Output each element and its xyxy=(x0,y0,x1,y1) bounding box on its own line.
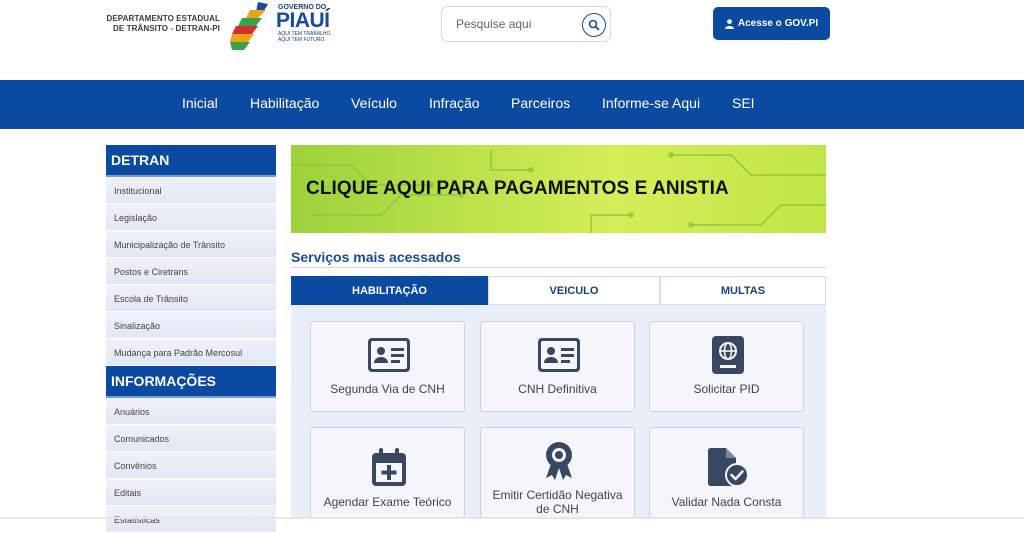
nav-item-habilitacao[interactable]: Habilitação xyxy=(250,95,319,111)
sidebar-item-postos[interactable]: Postos e Ciretrans xyxy=(106,258,276,285)
service-card-solicitar-pid[interactable]: Solicitar PID xyxy=(649,321,804,412)
gov-slogan: AQUI TEM TRABALHO. AQUI TEM FUTURO. xyxy=(278,31,332,43)
passport-icon xyxy=(707,336,749,374)
service-card-agendar-exame[interactable]: Agendar Exame Teórico xyxy=(310,427,465,518)
search-box xyxy=(441,6,611,42)
calendar-plus-icon xyxy=(368,448,410,486)
service-card-label: CNH Definitiva xyxy=(518,382,597,396)
gov-pi-login-label: Acesse o GOV.PI xyxy=(737,18,819,29)
dept-line-1: DEPARTAMENTO ESTADUAL xyxy=(106,14,220,23)
sidebar-item-escola[interactable]: Escola de Trânsito xyxy=(106,285,276,312)
tab-habilitacao[interactable]: HABILITAÇÃO xyxy=(291,276,488,305)
tab-multas[interactable]: MULTAS xyxy=(660,276,826,305)
gov-big-text: PIAUÍ xyxy=(276,9,330,32)
award-icon xyxy=(538,442,580,480)
services-title: Serviços mais acessados xyxy=(291,249,461,265)
nav-item-parceiros[interactable]: Parceiros xyxy=(511,95,570,111)
sidebar-item-estatisticas[interactable]: Estatísticas xyxy=(106,506,276,533)
dept-line-2: DE TRÂNSITO - DETRAN-PI xyxy=(112,24,220,33)
sidebar-item-municipalizacao[interactable]: Municipalização de Trânsito xyxy=(106,231,276,258)
service-card-label: Segunda Via de CNH xyxy=(330,382,445,396)
sidebar-item-mercosul[interactable]: Mudança para Padrão Mercosul xyxy=(106,339,276,366)
sidebar-item-editais[interactable]: Editais xyxy=(106,479,276,506)
sidebar-item-institucional[interactable]: Institucional xyxy=(106,177,276,204)
gov-slogan-2: AQUI TEM FUTURO. xyxy=(278,37,326,43)
search-button[interactable] xyxy=(582,13,606,37)
service-card-cnh-definitiva[interactable]: CNH Definitiva xyxy=(480,321,635,412)
piaui-map-icon xyxy=(230,2,268,50)
tab-veiculo[interactable]: VEICULO xyxy=(488,276,660,305)
site-header: DEPARTAMENTO ESTADUAL DE TRÂNSITO - DETR… xyxy=(0,0,1024,80)
main-nav: Inicial Habilitação Veículo Infração Par… xyxy=(0,80,1024,129)
sidebar-item-sinalizacao[interactable]: Sinalização xyxy=(106,312,276,339)
id-card-icon xyxy=(538,336,580,374)
services-panel: Segunda Via de CNH CNH Definitiva Solici… xyxy=(291,305,826,519)
services-divider xyxy=(291,267,826,268)
user-icon xyxy=(724,18,734,29)
file-check-icon xyxy=(707,448,749,486)
search-input[interactable] xyxy=(456,15,576,33)
sidebar-item-comunicados[interactable]: Comunicados xyxy=(106,425,276,452)
service-card-segunda-via[interactable]: Segunda Via de CNH xyxy=(310,321,465,412)
sidebar: DETRAN Institucional Legislação Municipa… xyxy=(106,145,276,533)
nav-item-inicial[interactable]: Inicial xyxy=(182,95,218,111)
service-card-label: Solicitar PID xyxy=(693,382,760,396)
sidebar-item-anuarios[interactable]: Anuários xyxy=(106,398,276,425)
detran-logo[interactable]: DEPARTAMENTO ESTADUAL DE TRÂNSITO - DETR… xyxy=(104,14,220,34)
nav-item-sei[interactable]: SEI xyxy=(732,95,755,111)
service-card-certidao-negativa[interactable]: Emitir Certidão Negativa de CNH xyxy=(480,427,635,518)
banner-headline: CLIQUE AQUI PARA PAGAMENTOS E ANISTIA xyxy=(306,178,729,199)
nav-item-veiculo[interactable]: Veículo xyxy=(351,95,397,111)
search-icon xyxy=(588,19,600,31)
service-card-label: Validar Nada Consta xyxy=(671,495,782,509)
payments-banner[interactable]: CLIQUE AQUI PARA PAGAMENTOS E ANISTIA xyxy=(291,145,826,233)
gov-pi-login-button[interactable]: Acesse o GOV.PI xyxy=(713,7,830,40)
sidebar-heading-informacoes: INFORMAÇÕES xyxy=(106,366,276,398)
sidebar-heading-detran: DETRAN xyxy=(106,145,276,177)
service-card-validar-nada-consta[interactable]: Validar Nada Consta xyxy=(649,427,804,518)
nav-item-informe-se[interactable]: Informe-se Aqui xyxy=(602,95,700,111)
service-card-label: Emitir Certidão Negativa de CNH xyxy=(492,488,623,516)
service-card-label: Agendar Exame Teórico xyxy=(323,495,452,509)
sidebar-item-legislacao[interactable]: Legislação xyxy=(106,204,276,231)
id-card-icon xyxy=(368,336,410,374)
nav-item-infracao[interactable]: Infração xyxy=(429,95,480,111)
governo-piaui-logo[interactable]: GOVERNO DO PIAUÍ AQUI TEM TRABALHO. AQUI… xyxy=(228,0,348,56)
sidebar-item-convenios[interactable]: Convênios xyxy=(106,452,276,479)
services-tabs: HABILITAÇÃO VEICULO MULTAS xyxy=(291,276,826,305)
